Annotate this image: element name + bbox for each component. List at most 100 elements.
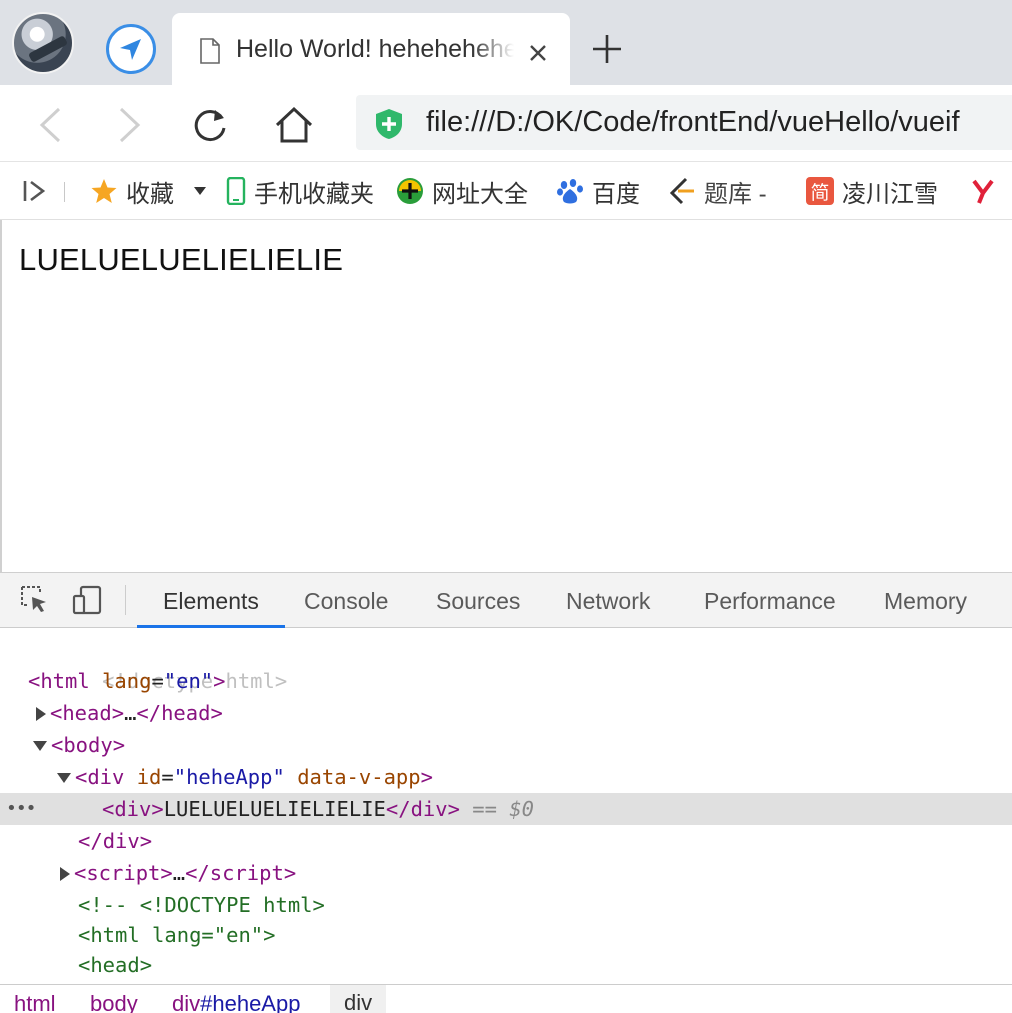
- secure-shield-icon: [376, 109, 402, 139]
- div-close-tag: div: [410, 797, 448, 821]
- head-close-tag: head: [161, 701, 211, 725]
- breadcrumb-body[interactable]: body: [90, 991, 138, 1013]
- expand-triangle-icon[interactable]: [60, 867, 70, 881]
- forward-button[interactable]: [108, 103, 152, 147]
- bookmark-label: 百度: [592, 180, 640, 208]
- div-tag: div: [87, 765, 125, 789]
- bookmark-y-site[interactable]: [970, 174, 1006, 208]
- page-viewport: LUELUELUELIELIELIE: [0, 220, 1012, 572]
- comment-line-2: <html lang="en">: [78, 923, 276, 947]
- bookmarks-bar: 收藏 手机收藏夹 网址大全 百度 题库 - 简 凌川江雪: [0, 162, 1012, 220]
- html-tag: html: [40, 669, 90, 693]
- inspect-element-icon[interactable]: [20, 585, 50, 615]
- dom-node-div-app[interactable]: <div id="heheApp" data-v-app>: [0, 761, 1012, 793]
- lang-attr: lang: [102, 669, 152, 693]
- devtools-separator: [125, 585, 126, 615]
- id-attr: id: [136, 765, 162, 789]
- url-directory-icon: [397, 178, 423, 204]
- dom-node-script[interactable]: <script>…</script>: [0, 857, 1012, 889]
- back-button[interactable]: [28, 103, 72, 147]
- jianshu-icon: 简: [806, 177, 834, 205]
- chevron-left-icon: [39, 107, 61, 143]
- dom-node-comment[interactable]: <head>: [0, 949, 1012, 981]
- expand-triangle-icon[interactable]: [36, 707, 46, 721]
- navigation-arrow-icon: [120, 39, 141, 60]
- chevron-right-icon: [119, 107, 141, 143]
- body-tag: body: [63, 733, 113, 757]
- active-tab[interactable]: Hello World! hehehehehe: [172, 13, 570, 85]
- tab-memory[interactable]: Memory: [858, 573, 993, 628]
- bookmark-label: 凌川江雪: [842, 180, 938, 208]
- breadcrumb-html[interactable]: html: [14, 991, 56, 1013]
- bookmark-label: 收藏: [126, 180, 174, 208]
- collapse-triangle-icon[interactable]: [57, 773, 71, 783]
- div-inner-text: LUELUELUELIELIELIE: [163, 797, 386, 821]
- dom-node-doctype[interactable]: <!doctype html>: [0, 633, 1012, 693]
- lang-value: "en": [163, 669, 214, 693]
- phone-icon: [226, 177, 246, 205]
- page-icon: [200, 38, 220, 64]
- bookmark-baidu[interactable]: 百度: [556, 174, 640, 208]
- browser-toolbar: file:///D:/OK/Code/frontEnd/vueHello/vue…: [0, 85, 1012, 162]
- home-button[interactable]: [272, 103, 316, 147]
- url-text[interactable]: file:///D:/OK/Code/frontEnd/vueHello/vue…: [426, 106, 960, 139]
- reload-icon: [194, 110, 226, 142]
- home-icon: [275, 106, 313, 143]
- user-avatar[interactable]: [12, 12, 74, 74]
- script-close-tag: script: [209, 861, 284, 885]
- bookmark-label: 题库 -: [704, 180, 767, 208]
- tab-console[interactable]: Console: [278, 573, 414, 628]
- sidebar-toggle-icon[interactable]: [22, 179, 48, 203]
- y-logo-icon: [972, 179, 994, 204]
- devtools-tab-bar: Elements Console Sources Network Perform…: [0, 573, 1012, 628]
- collapse-triangle-icon[interactable]: [33, 741, 47, 751]
- dom-node-selected-div[interactable]: ••• <div>LUELUELUELIELIELIE</div> == $0: [0, 793, 1012, 825]
- comment-line-1: <!-- <!DOCTYPE html>: [78, 893, 325, 917]
- bookmark-quiz-bank[interactable]: 题库 -: [668, 174, 767, 208]
- tab-sources[interactable]: Sources: [410, 573, 546, 628]
- div-tag: div: [114, 797, 152, 821]
- bookmark-label: 网址大全: [432, 180, 528, 208]
- script-tag: script: [86, 861, 161, 885]
- dom-node-comment[interactable]: <html lang="en">: [0, 919, 1012, 951]
- breadcrumb-div-selected[interactable]: div: [330, 985, 387, 1013]
- svg-text:简: 简: [810, 182, 829, 204]
- new-tab-icon[interactable]: [590, 32, 624, 66]
- id-value: "heheApp": [173, 765, 285, 789]
- address-bar[interactable]: file:///D:/OK/Code/frontEnd/vueHello/vue…: [356, 95, 1012, 150]
- head-tag: head: [62, 701, 112, 725]
- bookmark-favorites[interactable]: 收藏: [90, 174, 206, 208]
- reload-button[interactable]: [188, 103, 232, 147]
- selected-node-ref: == $0: [472, 797, 535, 821]
- dom-node-head[interactable]: <head>…</head>: [0, 697, 1012, 729]
- tab-network[interactable]: Network: [540, 573, 676, 628]
- breadcrumb-div-app[interactable]: div#heheApp: [172, 991, 300, 1013]
- tab-elements[interactable]: Elements: [137, 573, 285, 628]
- bookmark-url-directory[interactable]: 网址大全: [396, 174, 528, 208]
- device-toolbar-icon[interactable]: [72, 585, 102, 615]
- star-icon: [91, 179, 117, 203]
- dom-node-comment[interactable]: <!-- <!DOCTYPE html>: [0, 889, 1012, 921]
- dom-node-div-close[interactable]: </div>: [0, 825, 1012, 857]
- page-content-text: LUELUELUELIELIELIE: [19, 242, 344, 277]
- dom-node-body[interactable]: <body>: [0, 729, 1012, 761]
- navigation-compass-button[interactable]: [106, 24, 156, 74]
- tab-performance[interactable]: Performance: [678, 573, 862, 628]
- dom-node-html[interactable]: <html lang="en">: [0, 665, 1012, 697]
- close-icon[interactable]: [526, 41, 550, 65]
- devtools-panel: Elements Console Sources Network Perform…: [0, 572, 1012, 1013]
- bookmark-mobile-favorites[interactable]: 手机收藏夹: [226, 174, 374, 208]
- bookmark-jianshu[interactable]: 简 凌川江雪: [806, 174, 938, 208]
- quiz-logo-icon: [669, 177, 694, 205]
- caret-down-icon[interactable]: [194, 187, 206, 195]
- baidu-paw-icon: [557, 179, 583, 204]
- comment-line-3: <head>: [78, 953, 153, 977]
- bookmarks-divider: [64, 182, 65, 202]
- breadcrumb-div-id: #heheApp: [200, 991, 301, 1013]
- div-close-tag: div: [102, 829, 140, 853]
- tab-title: Hello World! hehehehehe: [236, 35, 514, 63]
- collapsed-ellipsis: …: [124, 701, 137, 725]
- more-options-icon[interactable]: •••: [6, 793, 36, 825]
- data-v-app-attr: data-v-app: [297, 765, 421, 789]
- tab-strip: Hello World! hehehehehe: [0, 0, 1012, 85]
